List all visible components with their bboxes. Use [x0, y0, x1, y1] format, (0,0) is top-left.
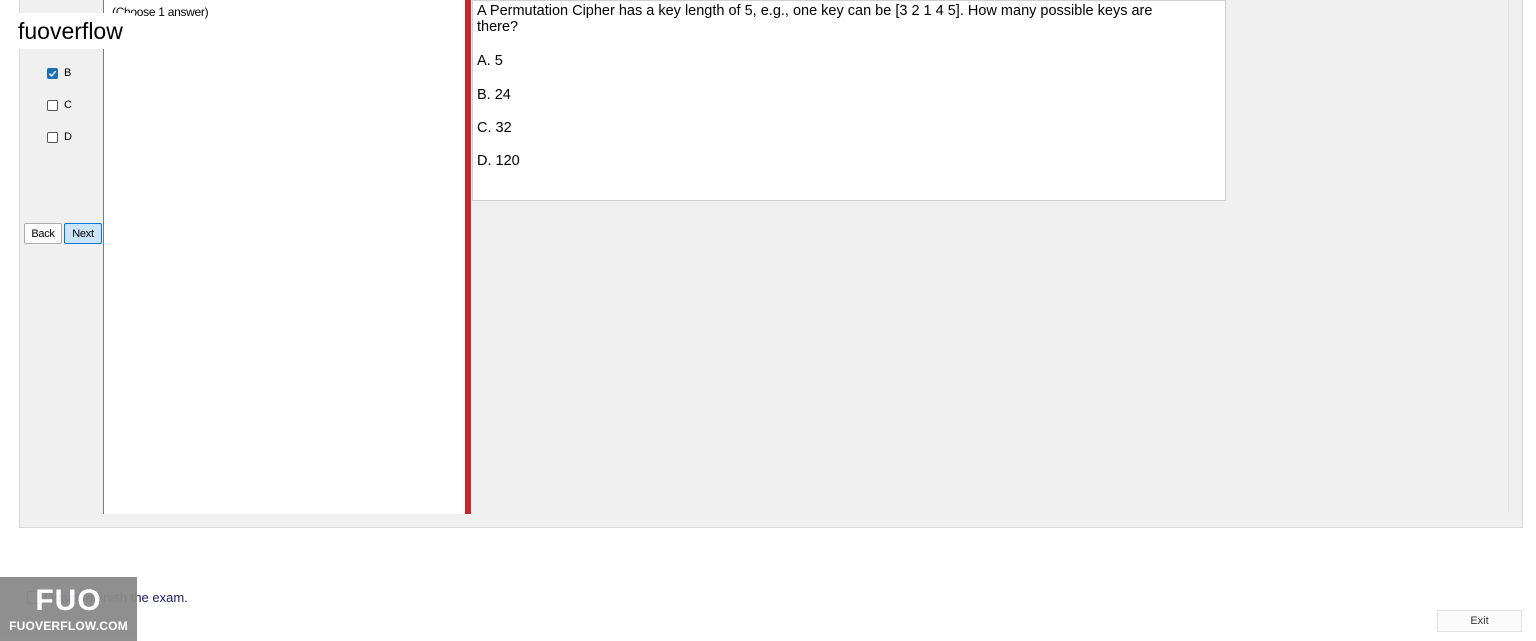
question-text: A Permutation Cipher has a key length of… — [477, 3, 1153, 35]
question-option-d: D. 120 — [477, 153, 520, 169]
question-option-a: A. 5 — [477, 53, 503, 69]
option-c-checkbox[interactable] — [47, 99, 58, 111]
answer-panel: (Choose 1 answer) — [103, 0, 465, 514]
exit-button[interactable]: Exit — [1437, 610, 1522, 632]
question-option-c: C. 32 — [477, 120, 512, 136]
option-c-label: C — [64, 99, 72, 111]
fuoverflow-logo: FUO FUOVERFLOW.COM — [0, 577, 137, 641]
option-c[interactable]: C — [47, 99, 72, 111]
question-option-b: B. 24 — [477, 87, 511, 103]
option-d-label: D — [64, 131, 72, 143]
logo-small-text: FUOVERFLOW.COM — [9, 618, 128, 633]
next-button[interactable]: Next — [64, 223, 102, 244]
option-b-label: B — [64, 67, 72, 79]
divider — [1508, 0, 1509, 512]
watermark-text: fuoverflow — [0, 13, 135, 49]
logo-big-text: FUO — [35, 583, 102, 617]
question-panel: A Permutation Cipher has a key length of… — [472, 0, 1226, 201]
option-b[interactable]: B — [47, 67, 71, 79]
option-d[interactable]: D — [47, 131, 72, 143]
option-d-checkbox[interactable] — [47, 131, 58, 143]
panel-splitter[interactable] — [465, 0, 471, 514]
option-b-checkbox[interactable] — [47, 67, 58, 79]
back-button[interactable]: Back — [24, 223, 62, 244]
